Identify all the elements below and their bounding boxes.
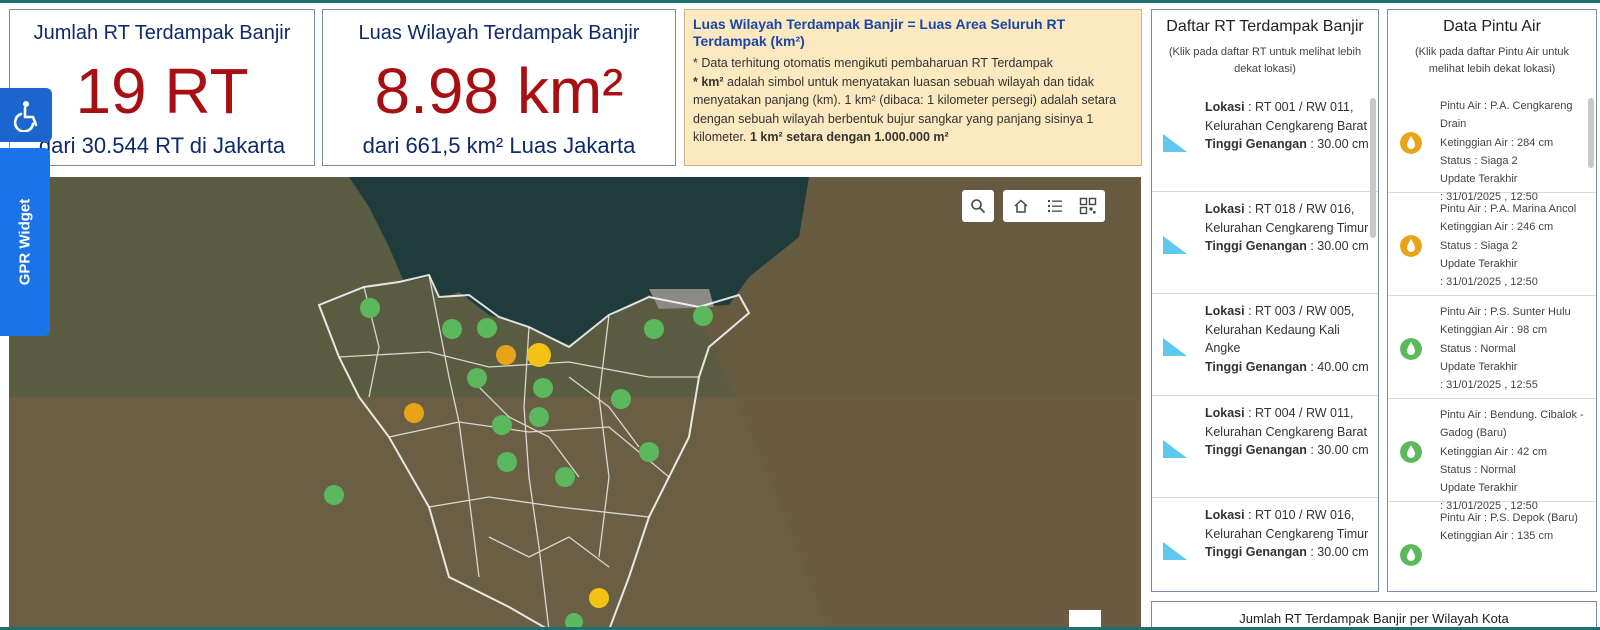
pa-update-label: Update Terakhir [1440, 257, 1518, 270]
gpr-widget-label: GPR Widget [16, 198, 34, 286]
rt-per-city-card: Jumlah RT Terdampak Banjir per Wilayah K… [1151, 601, 1597, 630]
pa-level: Ketinggian Air : 246 cm [1440, 221, 1554, 234]
pa-status: Status : Siaga 2 [1440, 154, 1518, 167]
rt-lokasi-label: Lokasi [1205, 406, 1245, 420]
water-gate-panel: Data Pintu Air (Klik pada daftar Pintu A… [1387, 9, 1597, 592]
pa-update-time: : 31/01/2025 , 12:50 [1440, 276, 1538, 289]
gpr-widget-tab[interactable]: GPR Widget [0, 148, 50, 336]
rt-tinggi-label: Tinggi Genangan [1205, 545, 1307, 559]
rt-list-scrollbar[interactable] [1370, 98, 1376, 238]
list-item[interactable]: Lokasi : RT 018 / RW 016, Kelurahan Ceng… [1152, 192, 1378, 294]
rt-tinggi-label: Tinggi Genangan [1205, 239, 1307, 253]
search-icon [971, 199, 986, 214]
rt-tinggi: 30.00 cm [1317, 239, 1369, 253]
rt-lokasi-label: Lokasi [1205, 304, 1245, 318]
pa-panel-note: (Klik pada daftar Pintu Air untuk meliha… [1414, 46, 1570, 75]
flood-map[interactable] [9, 177, 1141, 630]
pa-update-label: Update Terakhir [1440, 482, 1518, 495]
list-item[interactable]: Lokasi : RT 010 / RW 016, Kelurahan Ceng… [1152, 498, 1378, 591]
info-line-1: * Data terhitung otomatis mengikuti pemb… [693, 56, 1053, 70]
list-item[interactable]: Lokasi : RT 001 / RW 011, Kelurahan Ceng… [1152, 90, 1378, 192]
rt-list[interactable]: Lokasi : RT 001 / RW 011, Kelurahan Ceng… [1152, 90, 1378, 591]
accessibility-icon [13, 101, 38, 132]
list-item[interactable]: Pintu Air : P.S. Sunter Hulu Ketinggian … [1388, 296, 1596, 399]
area-card: Luas Wilayah Terdampak Banjir 8.98 km² d… [322, 9, 676, 166]
water-gate-list[interactable]: Pintu Air : P.A. Cengkareng Drain Keting… [1388, 90, 1596, 591]
rt-lokasi-label: Lokasi [1205, 202, 1245, 216]
area-value: 8.98 km² [374, 55, 624, 127]
pa-panel-title: Data Pintu Air [1443, 18, 1541, 35]
rt-per-city-title: Jumlah RT Terdampak Banjir per Wilayah K… [1239, 611, 1509, 626]
pa-name: Pintu Air : P.A. Cengkareng Drain [1440, 100, 1573, 131]
info-line-2: * km² adalah simbol untuk menyatakan lua… [693, 73, 1133, 147]
pa-update-time: : 31/01/2025 , 12:55 [1440, 379, 1538, 392]
pa-update-label: Update Terakhir [1440, 360, 1518, 373]
map-home-button[interactable] [1005, 190, 1037, 222]
rt-lokasi-label: Lokasi [1205, 100, 1245, 114]
info-km-symbol: * km² [693, 74, 724, 89]
flag-icon [1163, 338, 1187, 356]
pa-level: Ketinggian Air : 98 cm [1440, 324, 1548, 337]
top-accent-line [0, 0, 1600, 3]
rt-tinggi-label: Tinggi Genangan [1205, 443, 1307, 457]
rt-count-value: 19 RT [75, 55, 249, 127]
rt-panel-title: Daftar RT Terdampak Banjir [1166, 18, 1364, 35]
rt-list-panel: Daftar RT Terdampak Banjir (Klik pada da… [1151, 9, 1379, 592]
info-title: Luas Wilayah Terdampak Banjir = Luas Are… [693, 16, 1066, 49]
rt-tinggi: 40.00 cm [1317, 359, 1369, 374]
info-box: Luas Wilayah Terdampak Banjir = Luas Are… [684, 9, 1142, 166]
info-km-equivalence: 1 km² setara dengan 1.000.000 m² [749, 130, 949, 144]
rt-count-title: Jumlah RT Terdampak Banjir [33, 22, 291, 44]
rt-tinggi: 30.00 cm [1317, 443, 1369, 457]
flag-icon [1163, 134, 1187, 152]
rt-panel-note: (Klik pada daftar RT untuk melihat lebih… [1168, 46, 1362, 75]
accessibility-button[interactable] [0, 88, 52, 142]
list-icon [1048, 200, 1062, 212]
water-drop-icon [1400, 544, 1422, 566]
pa-name: Pintu Air : Bendung. Cibalok - Gadog (Ba… [1440, 409, 1584, 440]
water-drop-icon [1400, 338, 1422, 360]
pa-level: Ketinggian Air : 284 cm [1440, 136, 1554, 149]
pa-status: Status : Siaga 2 [1440, 239, 1518, 252]
pa-level: Ketinggian Air : 135 cm [1440, 530, 1554, 543]
list-item[interactable]: Pintu Air : P.A. Marina Ancol Ketinggian… [1388, 193, 1596, 296]
home-icon [1014, 199, 1028, 213]
list-item[interactable]: Pintu Air : P.S. Depok (Baru) Ketinggian… [1388, 502, 1596, 591]
rt-tinggi: 30.00 cm [1317, 137, 1369, 151]
rt-count-card: Jumlah RT Terdampak Banjir 19 RT dari 30… [9, 9, 315, 166]
rt-lokasi-label: Lokasi [1205, 508, 1245, 522]
rt-tinggi-label: Tinggi Genangan [1205, 359, 1307, 374]
pa-status: Status : Normal [1440, 342, 1516, 355]
satellite-map-image[interactable] [9, 177, 1141, 630]
pa-name: Pintu Air : P.A. Marina Ancol [1440, 203, 1577, 215]
list-item[interactable]: Lokasi : RT 003 / RW 005, Kelurahan Keda… [1152, 294, 1378, 396]
list-item[interactable]: Pintu Air : Bendung. Cibalok - Gadog (Ba… [1388, 399, 1596, 512]
flag-icon [1163, 440, 1187, 458]
area-title: Luas Wilayah Terdampak Banjir [358, 22, 640, 44]
pa-name: Pintu Air : P.S. Sunter Hulu [1440, 306, 1571, 318]
rt-tinggi-label: Tinggi Genangan [1205, 137, 1307, 151]
list-item[interactable]: Pintu Air : P.A. Cengkareng Drain Keting… [1388, 90, 1596, 203]
list-item[interactable]: Lokasi : RT 004 / RW 011, Kelurahan Ceng… [1152, 396, 1378, 498]
pa-update-label: Update Terakhir [1440, 173, 1518, 186]
qr-icon [1079, 197, 1097, 215]
flag-icon [1163, 236, 1187, 254]
pa-status: Status : Normal [1440, 463, 1516, 476]
water-drop-icon [1400, 441, 1422, 463]
area-subtitle: dari 661,5 km² Luas Jakarta [362, 133, 636, 158]
water-drop-icon [1400, 235, 1422, 257]
map-legend-button[interactable] [1039, 190, 1071, 222]
map-basemap-button[interactable] [1072, 190, 1104, 222]
map-search-button[interactable] [962, 190, 994, 222]
rt-tinggi: 30.00 cm [1317, 545, 1369, 559]
pa-name: Pintu Air : P.S. Depok (Baru) [1440, 512, 1578, 524]
rt-count-subtitle: dari 30.544 RT di Jakarta [38, 133, 286, 158]
flag-icon [1163, 542, 1187, 560]
pa-level: Ketinggian Air : 42 cm [1440, 445, 1548, 458]
water-drop-icon [1400, 132, 1422, 154]
pa-list-scrollbar[interactable] [1588, 98, 1594, 168]
